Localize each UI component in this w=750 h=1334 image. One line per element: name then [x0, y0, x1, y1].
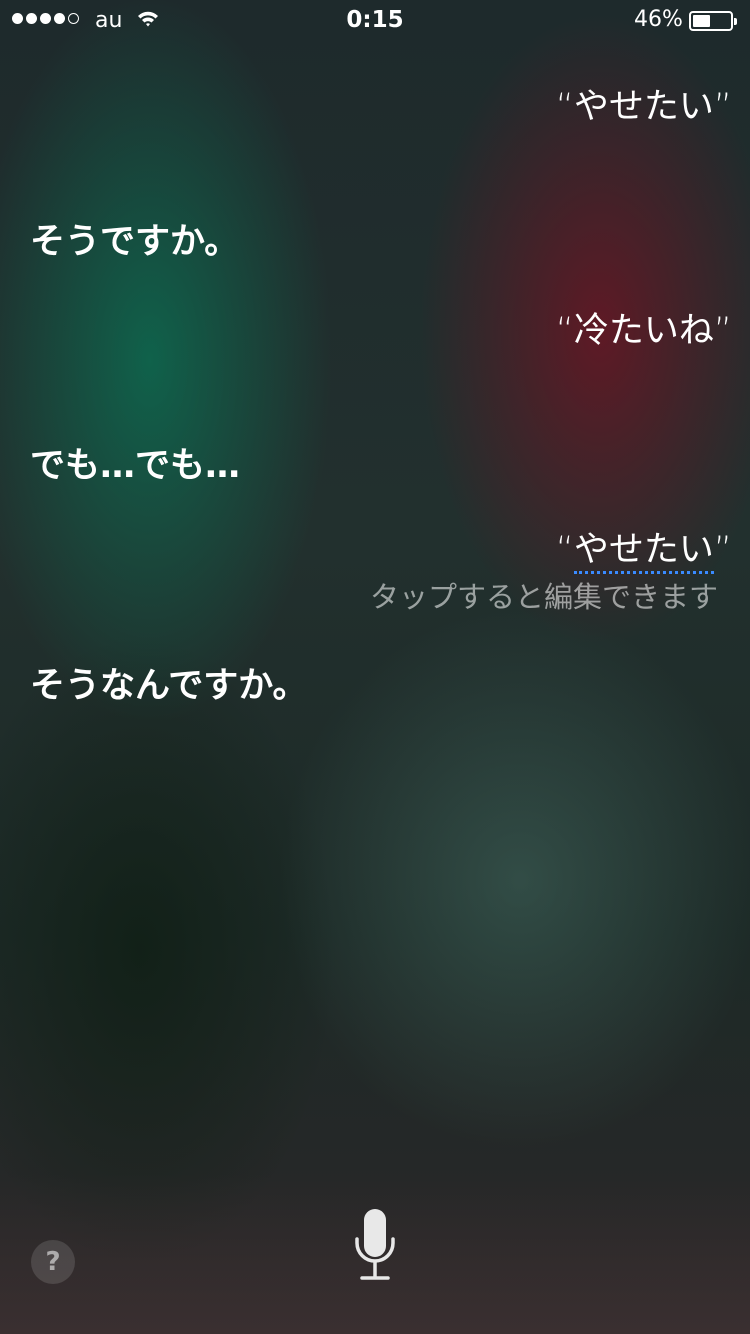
help-button[interactable]: ?: [31, 1240, 75, 1284]
user-utterance: “やせたい”: [555, 87, 732, 127]
user-utterance: “冷たいね”: [555, 311, 732, 351]
microphone-icon: [355, 1209, 395, 1280]
siri-response: でも…でも…: [30, 446, 241, 486]
editable-user-utterance[interactable]: “やせたい”: [555, 521, 732, 574]
tap-to-edit-hint: タップすると編集できます: [369, 580, 718, 614]
editable-utterance-text[interactable]: やせたい: [573, 530, 714, 574]
battery-icon: [689, 11, 737, 31]
open-quote: “: [555, 530, 574, 570]
battery-level-fill: [693, 15, 710, 27]
question-icon: ?: [45, 1247, 61, 1277]
siri-response: そうなんですか。: [30, 666, 308, 706]
close-quote: ”: [713, 530, 732, 570]
microphone-button[interactable]: [345, 1205, 405, 1285]
siri-response: そうですか。: [30, 222, 240, 262]
status-bar: au 0:15 46%: [0, 0, 750, 40]
battery-percentage: 46%: [634, 7, 683, 32]
